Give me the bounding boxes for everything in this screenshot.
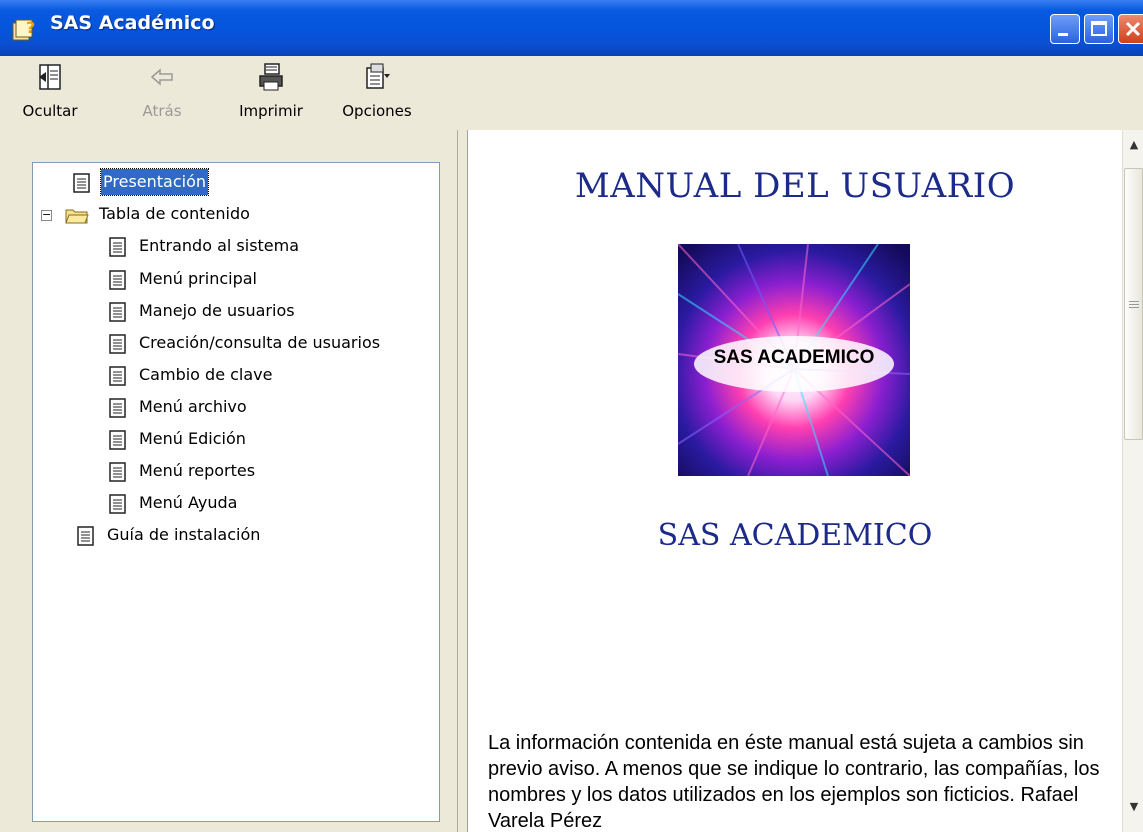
tree-item-label: Guía de instalación xyxy=(107,525,261,544)
contents-tree[interactable]: Presentación − Tabla de contenido Entran… xyxy=(32,162,440,822)
scroll-thumb[interactable] xyxy=(1124,168,1143,440)
document-icon xyxy=(77,526,94,546)
page-subtitle: SAS ACADEMICO xyxy=(657,518,933,553)
tree-item-label: Menú Ayuda xyxy=(139,493,238,512)
cover-title: SAS ACADEMICO xyxy=(713,347,875,368)
close-icon xyxy=(1125,21,1141,37)
page-title: MANUAL DEL USUARIO xyxy=(574,166,1016,206)
thumb-grip xyxy=(1129,307,1139,308)
thumb-grip xyxy=(1129,304,1139,305)
printer-icon xyxy=(259,63,283,91)
print-label: Imprimir xyxy=(239,102,303,120)
hide-label: Ocultar xyxy=(22,102,78,120)
options-label: Opciones xyxy=(342,102,412,120)
back-arrow-icon xyxy=(150,68,173,86)
maximize-icon xyxy=(1091,21,1107,36)
open-folder-icon xyxy=(65,209,89,224)
tree-item-label: Manejo de usuarios xyxy=(139,301,295,320)
document-icon xyxy=(109,334,126,354)
document-icon xyxy=(73,173,90,193)
scroll-up-arrow[interactable]: ▲ xyxy=(1123,134,1143,156)
tree-item-label: Entrando al sistema xyxy=(139,236,300,255)
minimize-icon xyxy=(1058,33,1068,36)
maximize-button[interactable] xyxy=(1084,14,1114,44)
back-button[interactable]: Atrás xyxy=(132,62,192,126)
document-icon xyxy=(109,462,126,482)
document-icon xyxy=(109,494,126,514)
hide-button[interactable]: Ocultar xyxy=(18,62,82,126)
content-pane: MANUAL DEL USUARIO SAS ACADEMICO SAS ACA… xyxy=(467,130,1143,832)
options-button[interactable]: Opciones xyxy=(334,62,420,126)
document-icon xyxy=(109,430,126,450)
svg-text:?: ? xyxy=(26,18,35,37)
disclaimer-text: La información contenida en éste manual … xyxy=(488,732,1100,832)
toolbar: Ocultar Atrás Imprimir Opciones xyxy=(0,56,1143,130)
document-icon xyxy=(109,398,126,418)
tree-item-label: Creación/consulta de usuarios xyxy=(139,333,381,352)
tree-item-label: Tabla de contenido xyxy=(99,204,250,223)
window-title: SAS Académico xyxy=(50,12,215,34)
document-icon xyxy=(109,237,126,257)
document-icon xyxy=(109,270,126,290)
back-label: Atrás xyxy=(142,102,182,120)
tree-item-label: Cambio de clave xyxy=(139,365,273,384)
scroll-down-arrow[interactable]: ▼ xyxy=(1123,796,1143,818)
tree-item-label: Menú reportes xyxy=(139,461,256,480)
collapse-toggle[interactable]: − xyxy=(41,209,52,221)
help-book-icon: ? xyxy=(12,18,35,41)
tree-item-label: Presentación xyxy=(99,168,210,196)
options-dropdown-icon xyxy=(366,63,390,89)
tree-item-label: Menú principal xyxy=(139,269,257,288)
thumb-grip xyxy=(1129,301,1139,302)
tree-item-label: Menú archivo xyxy=(139,397,247,416)
hide-pane-icon xyxy=(39,64,61,90)
document-icon xyxy=(109,366,126,386)
close-button[interactable] xyxy=(1118,14,1143,44)
minimize-button[interactable] xyxy=(1050,14,1080,44)
topic-content: MANUAL DEL USUARIO SAS ACADEMICO SAS ACA… xyxy=(468,130,1122,832)
vertical-scrollbar[interactable]: ▲ ▼ xyxy=(1122,130,1143,832)
title-bar: ? SAS Académico xyxy=(0,0,1143,56)
cover-image: SAS ACADEMICO xyxy=(678,244,910,476)
tree-item-label: Menú Edición xyxy=(139,429,246,448)
navigation-pane: Presentación − Tabla de contenido Entran… xyxy=(0,130,458,832)
print-button[interactable]: Imprimir xyxy=(230,62,312,126)
document-icon xyxy=(109,302,126,322)
